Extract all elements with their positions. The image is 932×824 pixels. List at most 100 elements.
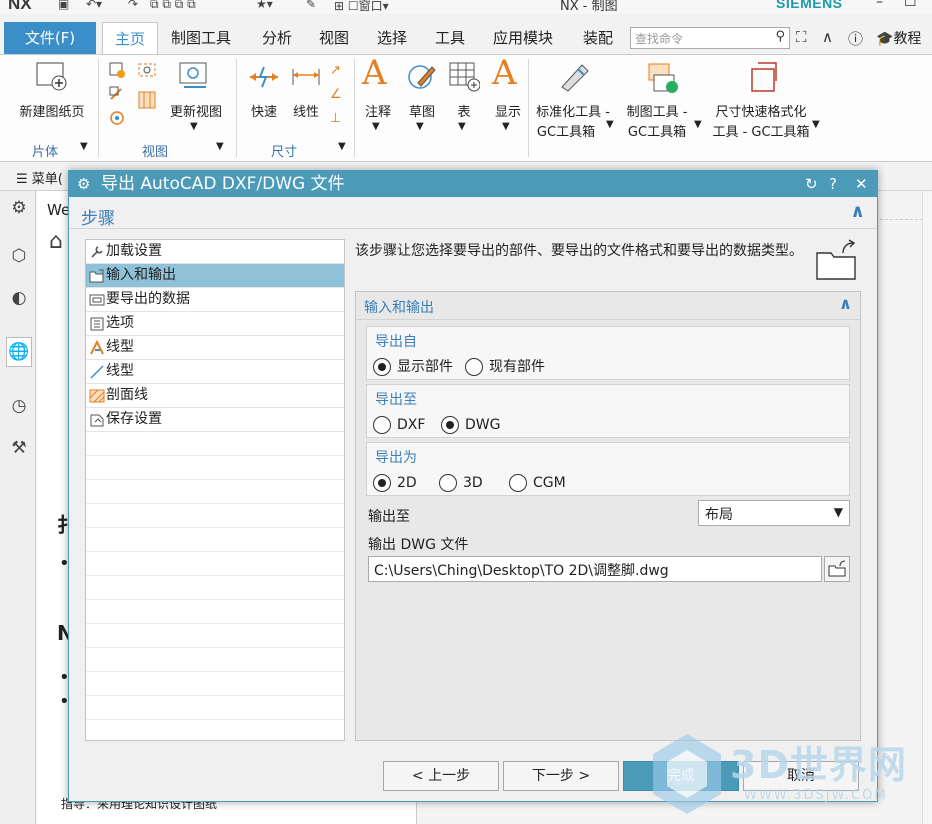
close-icon[interactable]: ✕ bbox=[855, 171, 868, 197]
minimize-icon[interactable]: – bbox=[876, 0, 883, 10]
redo-icon[interactable]: ↷ bbox=[128, 0, 138, 11]
radio-existing-part[interactable]: 现有部件 bbox=[465, 357, 545, 377]
group-dimension-dropdown[interactable]: ▼ bbox=[338, 141, 346, 152]
assembly-navigator-icon[interactable]: ⬡ bbox=[8, 245, 30, 267]
favorite-icon[interactable]: ★▾ bbox=[256, 0, 273, 11]
tab-home[interactable]: 主页 bbox=[102, 22, 159, 54]
sketch-button[interactable]: 草图 ▼ bbox=[402, 59, 442, 139]
table-dropdown[interactable]: ▼ bbox=[458, 121, 466, 132]
radio-displayed-part[interactable]: 显示部件 bbox=[373, 357, 453, 377]
part-navigator-icon[interactable]: ◐ bbox=[8, 287, 30, 309]
rapid-dimension-button[interactable]: 快速 bbox=[244, 59, 284, 139]
radial-dimension-icon[interactable]: ↗ bbox=[330, 63, 341, 78]
ordinate-dimension-icon[interactable]: ⊥ bbox=[330, 111, 341, 126]
display-dropdown[interactable]: ▼ bbox=[502, 121, 510, 132]
restore-icon[interactable]: ☐ bbox=[904, 0, 917, 10]
group-view-dropdown[interactable]: ▼ bbox=[216, 141, 224, 152]
menu-button[interactable]: ☰ 菜单( bbox=[16, 168, 63, 187]
back-button[interactable]: < 上一步 bbox=[383, 761, 499, 791]
tab-tools[interactable]: 工具 bbox=[435, 22, 465, 54]
step-load-settings[interactable]: 加载设置 bbox=[86, 240, 344, 264]
linear-dimension-button[interactable]: 线性 bbox=[286, 59, 326, 139]
standardization-dropdown[interactable]: ▼ bbox=[606, 119, 614, 130]
gear-icon[interactable]: ⚙ bbox=[77, 171, 90, 197]
display-button[interactable]: A 显示 ▼ bbox=[488, 53, 528, 139]
tab-analysis[interactable]: 分析 bbox=[262, 22, 292, 54]
group-sheet-dropdown[interactable]: ▼ bbox=[80, 141, 88, 152]
browse-button[interactable] bbox=[824, 556, 850, 582]
dialog-title-bar[interactable]: ⚙ 导出 AutoCAD DXF/DWG 文件 ↻ ? ✕ bbox=[69, 171, 877, 197]
tab-assembly[interactable]: 装配 bbox=[583, 22, 613, 54]
sketch-icon bbox=[408, 65, 436, 89]
tool-icon[interactable]: ✎ bbox=[306, 0, 316, 11]
copy-icon[interactable]: ⧉ ⧉ ⧉ ⧉ bbox=[150, 0, 196, 12]
group-header[interactable]: 输入和输出 ∧ bbox=[356, 292, 860, 320]
dimension-format-dropdown[interactable]: ▼ bbox=[812, 119, 820, 130]
note-icon: A bbox=[362, 53, 387, 93]
steps-section-header[interactable]: 步骤 ∧ bbox=[69, 199, 877, 229]
tab-application[interactable]: 应用模块 bbox=[493, 22, 553, 54]
fullscreen-icon[interactable]: ⛶ bbox=[796, 28, 807, 46]
base-view-icon[interactable] bbox=[108, 61, 126, 79]
tab-drafting-tools[interactable]: 制图工具 bbox=[171, 22, 231, 54]
file-menu-tab[interactable]: 文件(F) bbox=[4, 22, 96, 54]
table-button[interactable]: 表 ▼ bbox=[444, 59, 484, 139]
update-view-button[interactable]: 更新视图 ▼ bbox=[166, 59, 226, 139]
output-to-dropdown[interactable]: 布局 ▼ bbox=[698, 500, 850, 526]
standardization-toolbox-button[interactable]: 标准化工具 - GC工具箱 ▼ bbox=[530, 59, 616, 140]
projected-view-icon[interactable] bbox=[108, 85, 126, 103]
update-view-dropdown[interactable]: ▼ bbox=[190, 121, 198, 132]
next-button[interactable]: 下一步 > bbox=[503, 761, 619, 791]
window-title: NX - 制图 bbox=[560, 0, 618, 14]
web-browser-icon[interactable]: 🌐 bbox=[6, 337, 32, 367]
step-linetype-2[interactable]: 线型 bbox=[86, 360, 344, 384]
tab-select[interactable]: 选择 bbox=[377, 22, 407, 54]
search-icon[interactable]: ⚲ bbox=[775, 29, 785, 44]
radio-2d[interactable]: 2D bbox=[373, 473, 417, 493]
tab-view[interactable]: 视图 bbox=[319, 22, 349, 54]
radio-icon bbox=[373, 474, 391, 492]
step-options[interactable]: 选项 bbox=[86, 312, 344, 336]
home-icon[interactable]: ⌂ bbox=[49, 229, 63, 254]
undo-icon[interactable]: ↶▾ bbox=[86, 0, 102, 11]
output-file-path-input[interactable]: C:\Users\Ching\Desktop\TO 2D\调整脚.dwg bbox=[368, 556, 822, 582]
detail-view-icon[interactable] bbox=[108, 109, 126, 127]
sketch-dropdown[interactable]: ▼ bbox=[416, 121, 424, 132]
break-view-icon[interactable] bbox=[136, 89, 158, 111]
command-search-input[interactable]: 查找命令 ⚲ bbox=[630, 27, 790, 49]
history-icon[interactable]: ◷ bbox=[8, 395, 30, 417]
radio-3d[interactable]: 3D bbox=[439, 473, 483, 493]
radio-dxf[interactable]: DXF bbox=[373, 415, 425, 435]
browser-title: We bbox=[47, 201, 71, 219]
drafting-label-1: 制图工具 - bbox=[626, 105, 688, 120]
angular-dimension-icon[interactable]: ∠ bbox=[330, 87, 342, 102]
collapse-icon[interactable]: ∧ bbox=[850, 201, 865, 222]
reset-icon[interactable]: ↻ bbox=[805, 171, 818, 197]
drafting-toolbox-button[interactable]: 制图工具 - GC工具箱 ▼ bbox=[620, 59, 704, 140]
empty-row bbox=[86, 528, 344, 552]
roles-icon[interactable]: ⚒ bbox=[8, 437, 30, 459]
radio-dwg[interactable]: DWG bbox=[441, 415, 500, 435]
step-hatch[interactable]: 剖面线 bbox=[86, 384, 344, 408]
help-icon[interactable]: ? bbox=[829, 171, 837, 197]
dimension-format-toolbox-button[interactable]: 尺寸快速格式化 工具 - GC工具箱 ▼ bbox=[704, 59, 824, 140]
help-icon[interactable]: ⓘ bbox=[848, 28, 863, 49]
section-view-icon[interactable] bbox=[136, 61, 158, 79]
settings-icon[interactable]: ⚙ bbox=[8, 197, 30, 219]
radio-cgm[interactable]: CGM bbox=[509, 473, 566, 493]
tutorial-button[interactable]: 🎓教程 bbox=[876, 28, 921, 48]
drafting-dropdown[interactable]: ▼ bbox=[694, 119, 702, 130]
note-dropdown[interactable]: ▼ bbox=[372, 121, 380, 132]
note-button[interactable]: A 注释 ▼ bbox=[358, 53, 398, 139]
step-save-settings[interactable]: 保存设置 bbox=[86, 408, 344, 432]
step-data-to-export[interactable]: 要导出的数据 bbox=[86, 288, 344, 312]
collapse-icon[interactable]: ∧ bbox=[839, 294, 852, 313]
ribbon-separator bbox=[528, 59, 529, 157]
collapse-ribbon-icon[interactable]: ∧ bbox=[822, 28, 833, 46]
step-linetype-1[interactable]: 线型 bbox=[86, 336, 344, 360]
save-icon[interactable]: ▣ bbox=[58, 0, 69, 11]
new-sheet-button[interactable]: 新建图纸页 bbox=[12, 59, 92, 139]
window-menu[interactable]: ⊞ ☐窗口▾ bbox=[334, 0, 389, 14]
step-input-output[interactable]: 输入和输出 bbox=[86, 264, 344, 288]
step-list: 加载设置 输入和输出 要导出的数据 选项 线型 线型 剖面线 保存设置 bbox=[85, 239, 345, 741]
